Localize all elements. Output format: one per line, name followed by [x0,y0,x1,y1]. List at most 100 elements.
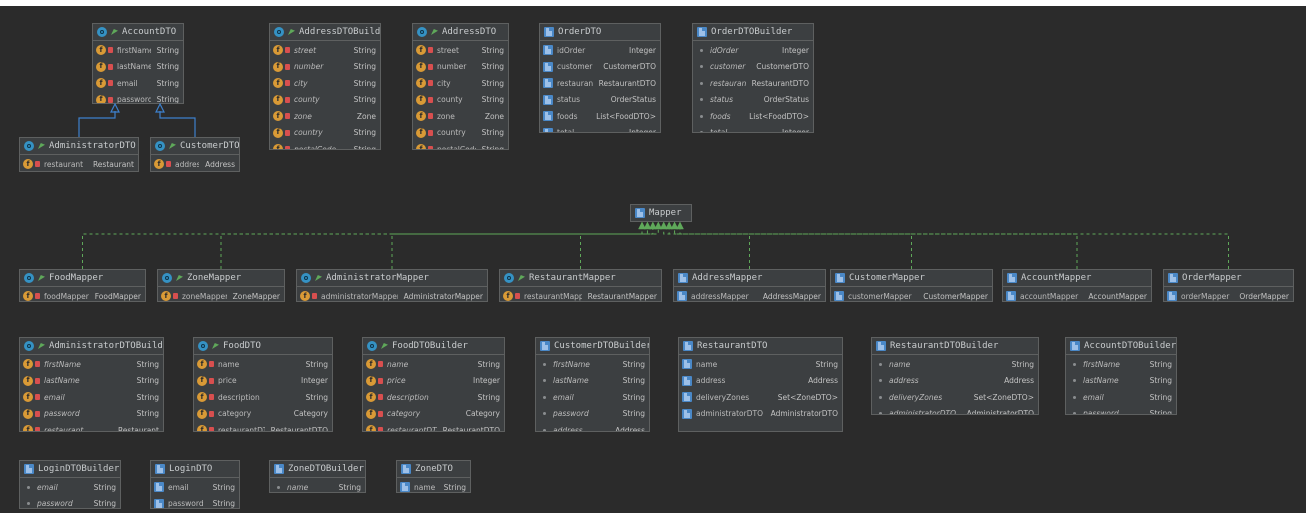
class-node-account-dto-builder[interactable]: AccountDTOBuilder firstName String lastName… [1065,337,1177,415]
field-row[interactable]: customer CustomerDTO [693,59,813,76]
class-header[interactable]: ZoneDTO [397,461,470,478]
field-row[interactable]: city String [270,75,380,92]
field-row[interactable]: address Address [151,156,239,171]
field-row[interactable]: lastName String [93,59,183,76]
field-row[interactable]: administratorMapper AdministratorMapper [297,288,487,301]
field-row[interactable]: deliveryZones Set<ZoneDTO> [872,389,1038,406]
field-row[interactable]: address Address [536,422,649,431]
field-row[interactable]: address Address [679,373,842,390]
field-row[interactable]: postalCode String [413,141,508,149]
class-node-restaurant-mapper[interactable]: RestaurantMapper restaurantMapper Restaura… [499,269,662,302]
field-row[interactable]: deliveryZones Set<ZoneDTO> [679,389,842,406]
field-row[interactable]: country String [270,125,380,142]
class-header[interactable]: CustomerMapper [831,270,992,287]
class-header[interactable]: LoginDTO [151,461,239,478]
class-header[interactable]: FoodDTOBuilder [363,338,504,355]
class-header[interactable]: LoginDTOBuilder [20,461,120,478]
field-row[interactable]: description String [363,389,504,406]
field-row[interactable]: restaurant RestaurantDTO [540,75,660,92]
class-node-administrator-mapper[interactable]: AdministratorMapper administratorMapper Ad… [296,269,488,302]
class-header[interactable]: AccountDTO [93,24,183,41]
field-row[interactable]: accountMapper AccountMapper [1003,288,1151,301]
field-row[interactable]: total Integer [693,125,813,132]
field-row[interactable]: number String [270,59,380,76]
class-node-restaurant-dto[interactable]: RestaurantDTO name String address Address del… [678,337,843,432]
class-header[interactable]: AddressMapper [674,270,825,287]
field-row[interactable]: restaurantMapper RestaurantMapper [500,288,661,301]
class-header[interactable]: CustomerDTOBuilder [536,338,649,355]
field-row[interactable]: category Category [194,406,332,423]
field-row[interactable]: foodMapper FoodMapper [20,288,145,301]
class-header[interactable]: OrderDTOBuilder [693,24,813,41]
field-row[interactable]: administratorDTO AdministratorDTO [872,406,1038,414]
field-row[interactable]: email String [151,479,239,496]
class-node-food-mapper[interactable]: FoodMapper foodMapper FoodMapper [19,269,146,302]
class-header[interactable]: FoodMapper [20,270,145,287]
field-row[interactable]: zone Zone [413,108,508,125]
field-row[interactable]: lastName String [536,373,649,390]
field-row[interactable]: idOrder Integer [693,42,813,59]
field-row[interactable]: price Integer [194,373,332,390]
class-header[interactable]: AccountMapper [1003,270,1151,287]
field-row[interactable]: name String [397,479,470,492]
class-header[interactable]: OrderMapper [1164,270,1293,287]
class-node-order-dto-builder[interactable]: OrderDTOBuilder idOrder Integer customer Cus… [692,23,814,133]
class-node-customer-dto-builder[interactable]: CustomerDTOBuilder firstName String lastNam… [535,337,650,432]
field-row[interactable]: county String [413,92,508,109]
field-row[interactable]: street String [270,42,380,59]
field-row[interactable]: password String [93,92,183,103]
class-header[interactable]: AddressDTOBuilder [270,24,380,41]
field-row[interactable]: email String [536,389,649,406]
field-row[interactable]: foods List<FoodDTO> [540,108,660,125]
field-row[interactable]: restaurant RestaurantDTO [693,75,813,92]
field-row[interactable]: name String [679,356,842,373]
class-header[interactable]: OrderDTO [540,24,660,41]
class-node-zone-dto[interactable]: ZoneDTO name String [396,460,471,493]
field-row[interactable]: restaurantDTO RestaurantDTO [363,422,504,431]
field-row[interactable]: firstName String [20,356,163,373]
class-node-account-mapper[interactable]: AccountMapper accountMapper AccountMapper [1002,269,1152,302]
field-row[interactable]: email String [1066,389,1176,406]
field-row[interactable]: password String [536,406,649,423]
class-node-account-dto[interactable]: AccountDTOfirstNameStringlastNameStringe… [92,23,184,104]
field-row[interactable]: firstName String [536,356,649,373]
class-node-food-dto[interactable]: FoodDTO name String price Integer description… [193,337,333,432]
field-row[interactable]: foods List<FoodDTO> [693,108,813,125]
class-node-mapper[interactable]: Mapper [630,204,692,222]
class-node-customer-mapper[interactable]: CustomerMapper customerMapper CustomerMapp… [830,269,993,302]
field-row[interactable]: country String [413,125,508,142]
field-row[interactable]: orderMapper OrderMapper [1164,288,1293,301]
field-row[interactable]: status OrderStatus [693,92,813,109]
field-row[interactable]: email String [20,479,120,496]
diagram-canvas[interactable]: AccountDTOfirstNameStringlastNameStringe… [0,6,1306,513]
class-node-address-dto[interactable]: AddressDTO street String number String city St… [412,23,509,150]
field-row[interactable]: customerMapper CustomerMapper [831,288,992,301]
field-row[interactable]: restaurantDTO RestaurantDTO [194,422,332,431]
field-row[interactable]: number String [413,59,508,76]
class-node-administrator-dto-builder[interactable]: AdministratorDTOBuilderfirstNameStringla… [19,337,164,432]
class-header[interactable]: AdministratorDTOBuilder [20,338,163,355]
field-row[interactable]: city String [413,75,508,92]
field-row[interactable]: password String [20,406,163,423]
class-node-order-dto[interactable]: OrderDTO idOrder Integer customer CustomerDT… [539,23,661,133]
field-row[interactable]: restaurant Restaurant [20,156,138,171]
field-row[interactable]: postalCode String [270,141,380,149]
class-node-address-mapper[interactable]: AddressMapper addressMapper AddressMapper [673,269,826,302]
class-node-login-dto[interactable]: LoginDTO email String password String [150,460,240,509]
field-row[interactable]: idOrder Integer [540,42,660,59]
field-row[interactable]: description String [194,389,332,406]
class-header[interactable]: CustomerDTO [151,138,239,155]
field-row[interactable]: firstName String [93,42,183,59]
field-row[interactable]: firstName String [1066,356,1176,373]
field-row[interactable]: name String [872,356,1038,373]
class-node-customer-dto[interactable]: CustomerDTO address Address [150,137,240,172]
field-row[interactable]: county String [270,92,380,109]
field-row[interactable]: lastName String [1066,373,1176,390]
class-header[interactable]: AdministratorDTO [20,138,138,155]
field-row[interactable]: customer CustomerDTO [540,59,660,76]
field-row[interactable]: addressMapper AddressMapper [674,288,825,301]
field-row[interactable]: name String [363,356,504,373]
field-row[interactable]: email String [20,389,163,406]
field-row[interactable]: password String [20,496,120,508]
class-header[interactable]: ZoneDTOBuilder [270,461,365,478]
